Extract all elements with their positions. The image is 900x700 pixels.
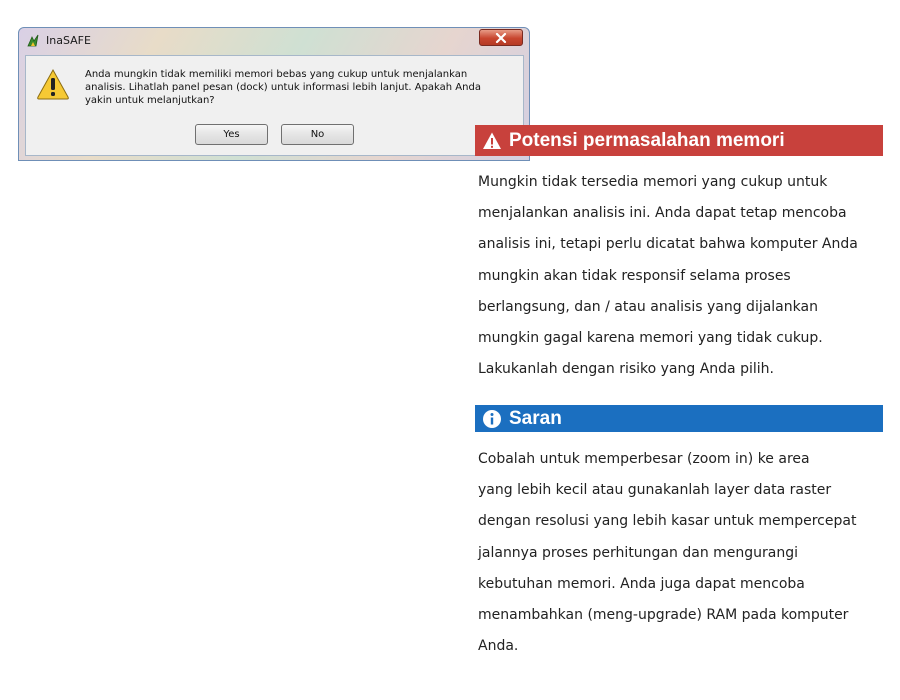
suggestion-line: yang lebih kecil atau gunakanlah layer d… — [478, 482, 832, 499]
close-button[interactable] — [479, 29, 523, 46]
suggestion-line: kebutuhan memori. Anda juga dapat mencob… — [478, 575, 805, 592]
suggestion-line: dengan resolusi yang lebih kasar untuk m… — [478, 513, 857, 530]
warning-line: menjalankan analisis ini. Anda dapat tet… — [478, 205, 847, 222]
suggestion-text: Cobalah untuk memperbesar (zoom in) ke a… — [478, 444, 856, 662]
suggestion-title: Saran — [509, 407, 562, 429]
suggestion-line: menambahkan (meng-upgrade) RAM pada komp… — [478, 606, 849, 623]
warning-line: mungkin akan tidak responsif selama pros… — [478, 267, 791, 284]
warning-line: Mungkin tidak tersedia memori yang cukup… — [478, 174, 828, 190]
warning-line: berlangsung, dan / atau analisis yang di… — [478, 298, 818, 315]
dialog-titlebar[interactable]: InaSAFE — [19, 28, 529, 54]
no-button[interactable]: No — [281, 124, 354, 145]
warning-line: Lakukanlah dengan risiko yang Anda pilih… — [478, 361, 774, 378]
info-icon — [483, 409, 501, 428]
inasafe-app-icon — [27, 34, 39, 47]
close-icon — [495, 32, 507, 43]
dialog-message: Anda mungkin tidak memiliki memori bebas… — [85, 69, 481, 106]
suggestion-line: Anda. — [478, 638, 519, 655]
memory-warning-header: Potensi permasalahan memori — [475, 125, 883, 156]
warning-line: mungkin gagal karena memori yang tidak c… — [478, 329, 823, 346]
dialog-title: InaSAFE — [46, 34, 91, 47]
dialog-body: Anda mungkin tidak memiliki memori bebas… — [25, 55, 524, 156]
memory-warning-title: Potensi permasalahan memori — [509, 129, 785, 151]
suggestion-line: jalannya proses perhitungan dan menguran… — [478, 544, 799, 561]
warning-triangle-icon — [37, 68, 69, 100]
yes-button[interactable]: Yes — [195, 124, 268, 145]
memory-warning-text: Mungkin tidak tersedia memori yang cukup… — [478, 167, 858, 385]
warning-line: analisis ini, tetapi perlu dicatat bahwa… — [478, 236, 858, 253]
suggestion-line: Cobalah untuk memperbesar (zoom in) ke a… — [478, 451, 810, 467]
suggestion-header: Saran — [475, 405, 883, 432]
inasafe-dialog: InaSAFE Anda mungkin tidak memiliki memo… — [18, 27, 530, 161]
warning-icon — [483, 132, 501, 149]
